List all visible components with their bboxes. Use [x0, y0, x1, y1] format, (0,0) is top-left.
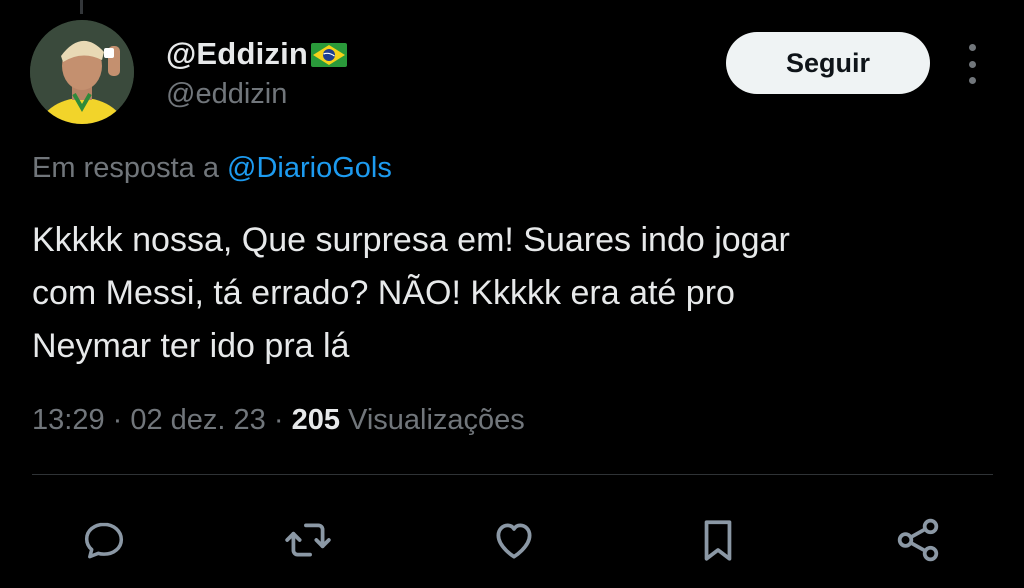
reply-context: Em resposta a @DiarioGols — [32, 152, 392, 185]
view-count: 205 — [291, 404, 340, 436]
follow-button[interactable]: Seguir — [726, 32, 930, 94]
like-icon[interactable] — [486, 512, 542, 568]
retweet-icon[interactable] — [280, 512, 336, 568]
avatar-image — [30, 20, 134, 124]
reply-icon[interactable] — [76, 512, 132, 568]
reply-mention-link[interactable]: @DiarioGols — [227, 152, 392, 184]
tweet-meta: 13:29 · 02 dez. 23 · 205 Visualizações — [32, 404, 525, 437]
timestamp[interactable]: 13:29 · 02 dez. 23 · — [32, 404, 284, 436]
divider — [32, 474, 993, 475]
brazil-flag-icon — [310, 40, 348, 68]
avatar[interactable] — [30, 20, 134, 124]
view-label: Visualizações — [348, 404, 525, 436]
more-options-icon[interactable] — [958, 44, 986, 84]
share-icon[interactable] — [890, 512, 946, 568]
reply-context-prefix: Em resposta a — [32, 152, 219, 184]
user-handle[interactable]: @eddizin — [166, 78, 348, 111]
tweet-text: Kkkkk nossa, Que surpresa em! Suares ind… — [32, 221, 790, 365]
user-info[interactable]: @Eddizin @eddizin — [166, 32, 348, 111]
display-name-row: @Eddizin — [166, 32, 348, 76]
bookmark-icon[interactable] — [690, 512, 746, 568]
display-name[interactable]: @Eddizin — [166, 36, 308, 72]
action-bar — [76, 512, 946, 568]
thread-line — [80, 0, 83, 14]
